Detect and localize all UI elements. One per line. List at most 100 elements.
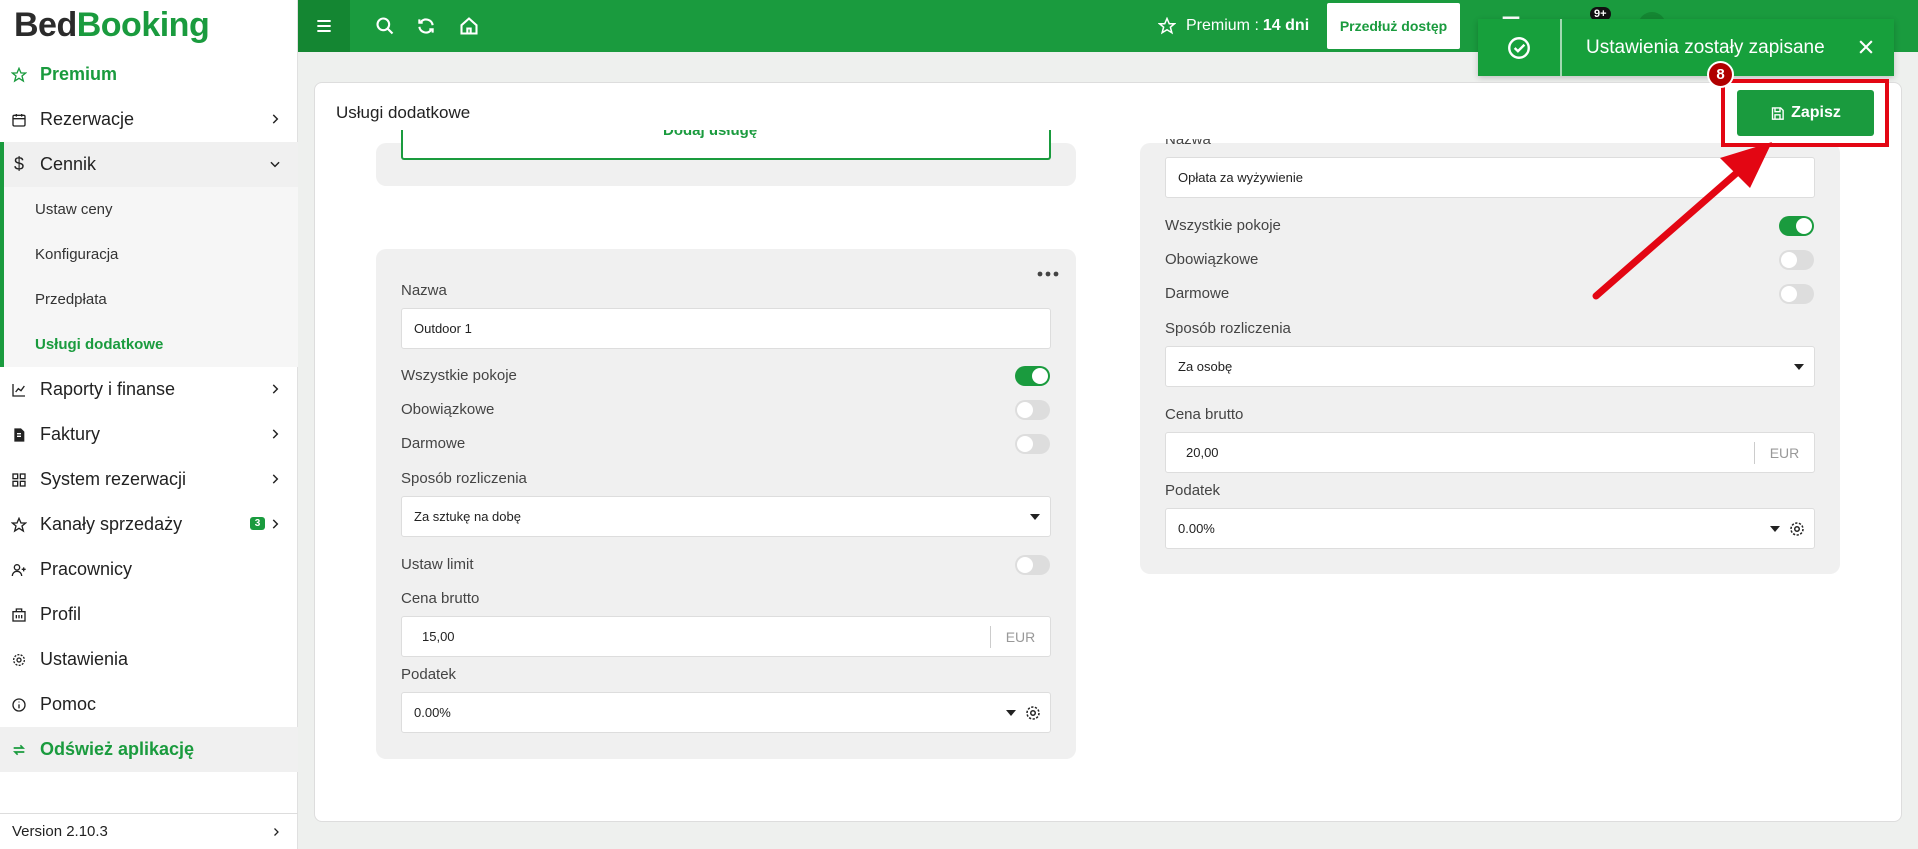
gear-icon[interactable]	[1024, 704, 1042, 722]
sidebar-item-profil[interactable]: Profil	[0, 592, 298, 637]
gear-icon	[10, 651, 28, 669]
sidebar-subitem-ustaw-ceny[interactable]: Ustaw ceny	[0, 187, 298, 232]
home-icon	[460, 17, 478, 35]
sidebar-item-label: Rezerwacje	[40, 109, 135, 129]
logo-part-booking: Booking	[76, 6, 210, 44]
add-service-label: Dodaj usługę	[663, 130, 758, 139]
red-arrow-icon	[1592, 142, 1772, 300]
check-circle-icon	[1478, 19, 1562, 76]
free-toggle[interactable]	[1015, 434, 1050, 454]
name-label: Nazwa	[401, 282, 447, 299]
sidebar-subitem-uslugi-dodatkowe[interactable]: Usługi dodatkowe	[0, 322, 298, 367]
sidebar: BedBooking Premium Rezerwacje $ Cennik U…	[0, 0, 298, 849]
all-rooms-label: Wszystkie pokoje	[401, 367, 517, 384]
sync-button[interactable]	[406, 0, 446, 52]
tax-select[interactable]: 0.00%	[401, 692, 1051, 733]
billing-method-label: Sposób rozliczenia	[1165, 320, 1291, 337]
floppy-disk-icon	[1771, 106, 1784, 120]
sidebar-subitem-label: Konfiguracja	[35, 246, 119, 263]
free-label: Darmowe	[401, 435, 466, 452]
chevron-right-icon	[272, 474, 279, 484]
search-icon	[376, 17, 394, 35]
hamburger-icon	[317, 19, 331, 33]
sync-icon	[418, 18, 434, 34]
search-button[interactable]	[365, 0, 405, 52]
extend-access-label: Przedłuż dostęp	[1339, 18, 1448, 34]
dropdown-caret-icon	[1006, 710, 1016, 716]
version-label: Version 2.10.3	[12, 823, 108, 840]
star-icon	[10, 66, 28, 84]
refresh-app-button[interactable]: Odśwież aplikację	[0, 727, 298, 772]
sidebar-item-label: Profil	[40, 604, 82, 624]
sidebar-item-pracownicy[interactable]: Pracownicy	[0, 547, 298, 592]
sidebar-item-premium[interactable]: Premium	[0, 52, 298, 97]
sidebar-subitem-label: Usługi dodatkowe	[35, 336, 164, 353]
menu-button[interactable]	[298, 0, 350, 52]
building-icon	[10, 606, 28, 624]
sidebar-item-pomoc[interactable]: Pomoc	[0, 682, 298, 727]
sidebar-item-rezerwacje[interactable]: Rezerwacje	[0, 97, 298, 142]
currency-label: EUR	[1754, 442, 1814, 464]
billing-method-select[interactable]: Za sztukę na dobę	[401, 496, 1051, 537]
chart-icon	[10, 381, 28, 399]
gross-price-input[interactable]: 15,00 EUR	[401, 616, 1051, 657]
billing-method-value: Za sztukę na dobę	[414, 509, 521, 524]
page-title: Usługi dodatkowe	[336, 103, 471, 122]
home-button[interactable]	[449, 0, 489, 52]
user-plus-icon	[10, 561, 28, 579]
billing-method-select[interactable]: Za osobę	[1165, 346, 1815, 387]
version-info[interactable]: Version 2.10.3	[0, 813, 298, 849]
chevron-right-icon	[274, 828, 279, 836]
sidebar-item-label: Faktury	[40, 424, 101, 444]
billing-method-value: Za osobę	[1178, 359, 1233, 374]
all-rooms-toggle[interactable]	[1015, 366, 1050, 386]
sidebar-item-faktury[interactable]: Faktury	[0, 412, 298, 457]
gross-price-input[interactable]: 20,00 EUR	[1165, 432, 1815, 473]
sidebar-item-label: Premium	[40, 64, 118, 84]
gross-price-value: 20,00	[1186, 445, 1219, 460]
dropdown-caret-icon	[1030, 514, 1040, 520]
close-icon[interactable]	[1856, 37, 1876, 57]
tax-label: Podatek	[1165, 482, 1221, 499]
more-options-icon[interactable]	[1036, 270, 1060, 278]
refresh-app-label: Odśwież aplikację	[40, 739, 195, 759]
tax-label: Podatek	[401, 666, 457, 683]
sidebar-subitem-przedplata[interactable]: Przedpłata	[0, 277, 298, 322]
add-service-button[interactable]: Dodaj usługę	[401, 130, 1051, 160]
sidebar-item-system-rezerwacji[interactable]: System rezerwacji	[0, 457, 298, 502]
sidebar-item-cennik[interactable]: $ Cennik	[0, 142, 298, 187]
star-icon	[1158, 17, 1176, 35]
premium-days: 14 dni	[1262, 17, 1310, 34]
success-toast: Ustawienia zostały zapisane	[1478, 19, 1894, 76]
tax-select[interactable]: 0.00%	[1165, 508, 1815, 549]
mandatory-label: Obowiązkowe	[1165, 251, 1259, 268]
premium-status[interactable]: Premium : 14 dni	[1158, 0, 1309, 52]
set-limit-toggle[interactable]	[1015, 555, 1050, 575]
sidebar-item-ustawienia[interactable]: Ustawienia	[0, 637, 298, 682]
logo-part-bed: Bed	[14, 6, 77, 44]
service-name-input[interactable]: Outdoor 1	[401, 308, 1051, 349]
dropdown-caret-icon	[1794, 364, 1804, 370]
chevron-right-icon	[272, 519, 279, 529]
info-icon	[10, 696, 28, 714]
brand-logo[interactable]: BedBooking	[0, 0, 297, 52]
sidebar-item-label: Kanały sprzedaży	[40, 514, 183, 534]
chevron-right-icon	[272, 429, 279, 439]
premium-label: Premium :	[1186, 17, 1259, 34]
extend-access-button[interactable]: Przedłuż dostęp	[1327, 3, 1460, 49]
save-button-label: Zapisz	[1791, 104, 1841, 121]
sidebar-item-label: Ustawienia	[40, 649, 129, 669]
star-icon	[10, 516, 28, 534]
sidebar-subitem-label: Przedpłata	[35, 291, 107, 308]
channels-count-badge: 3	[250, 517, 265, 530]
sidebar-item-label: Pracownicy	[40, 559, 133, 579]
sidebar-item-kanaly-sprzedazy[interactable]: Kanały sprzedaży 3	[0, 502, 298, 547]
gear-icon[interactable]	[1788, 520, 1806, 538]
mandatory-toggle[interactable]	[1015, 400, 1050, 420]
tax-value: 0.00%	[1178, 521, 1215, 536]
step-number-badge: 8	[1707, 61, 1734, 88]
sidebar-item-raporty[interactable]: Raporty i finanse	[0, 367, 298, 412]
service-name-value: Opłata za wyżywienie	[1178, 170, 1303, 185]
sidebar-subitem-konfiguracja[interactable]: Konfiguracja	[0, 232, 298, 277]
invoice-icon	[10, 426, 28, 444]
